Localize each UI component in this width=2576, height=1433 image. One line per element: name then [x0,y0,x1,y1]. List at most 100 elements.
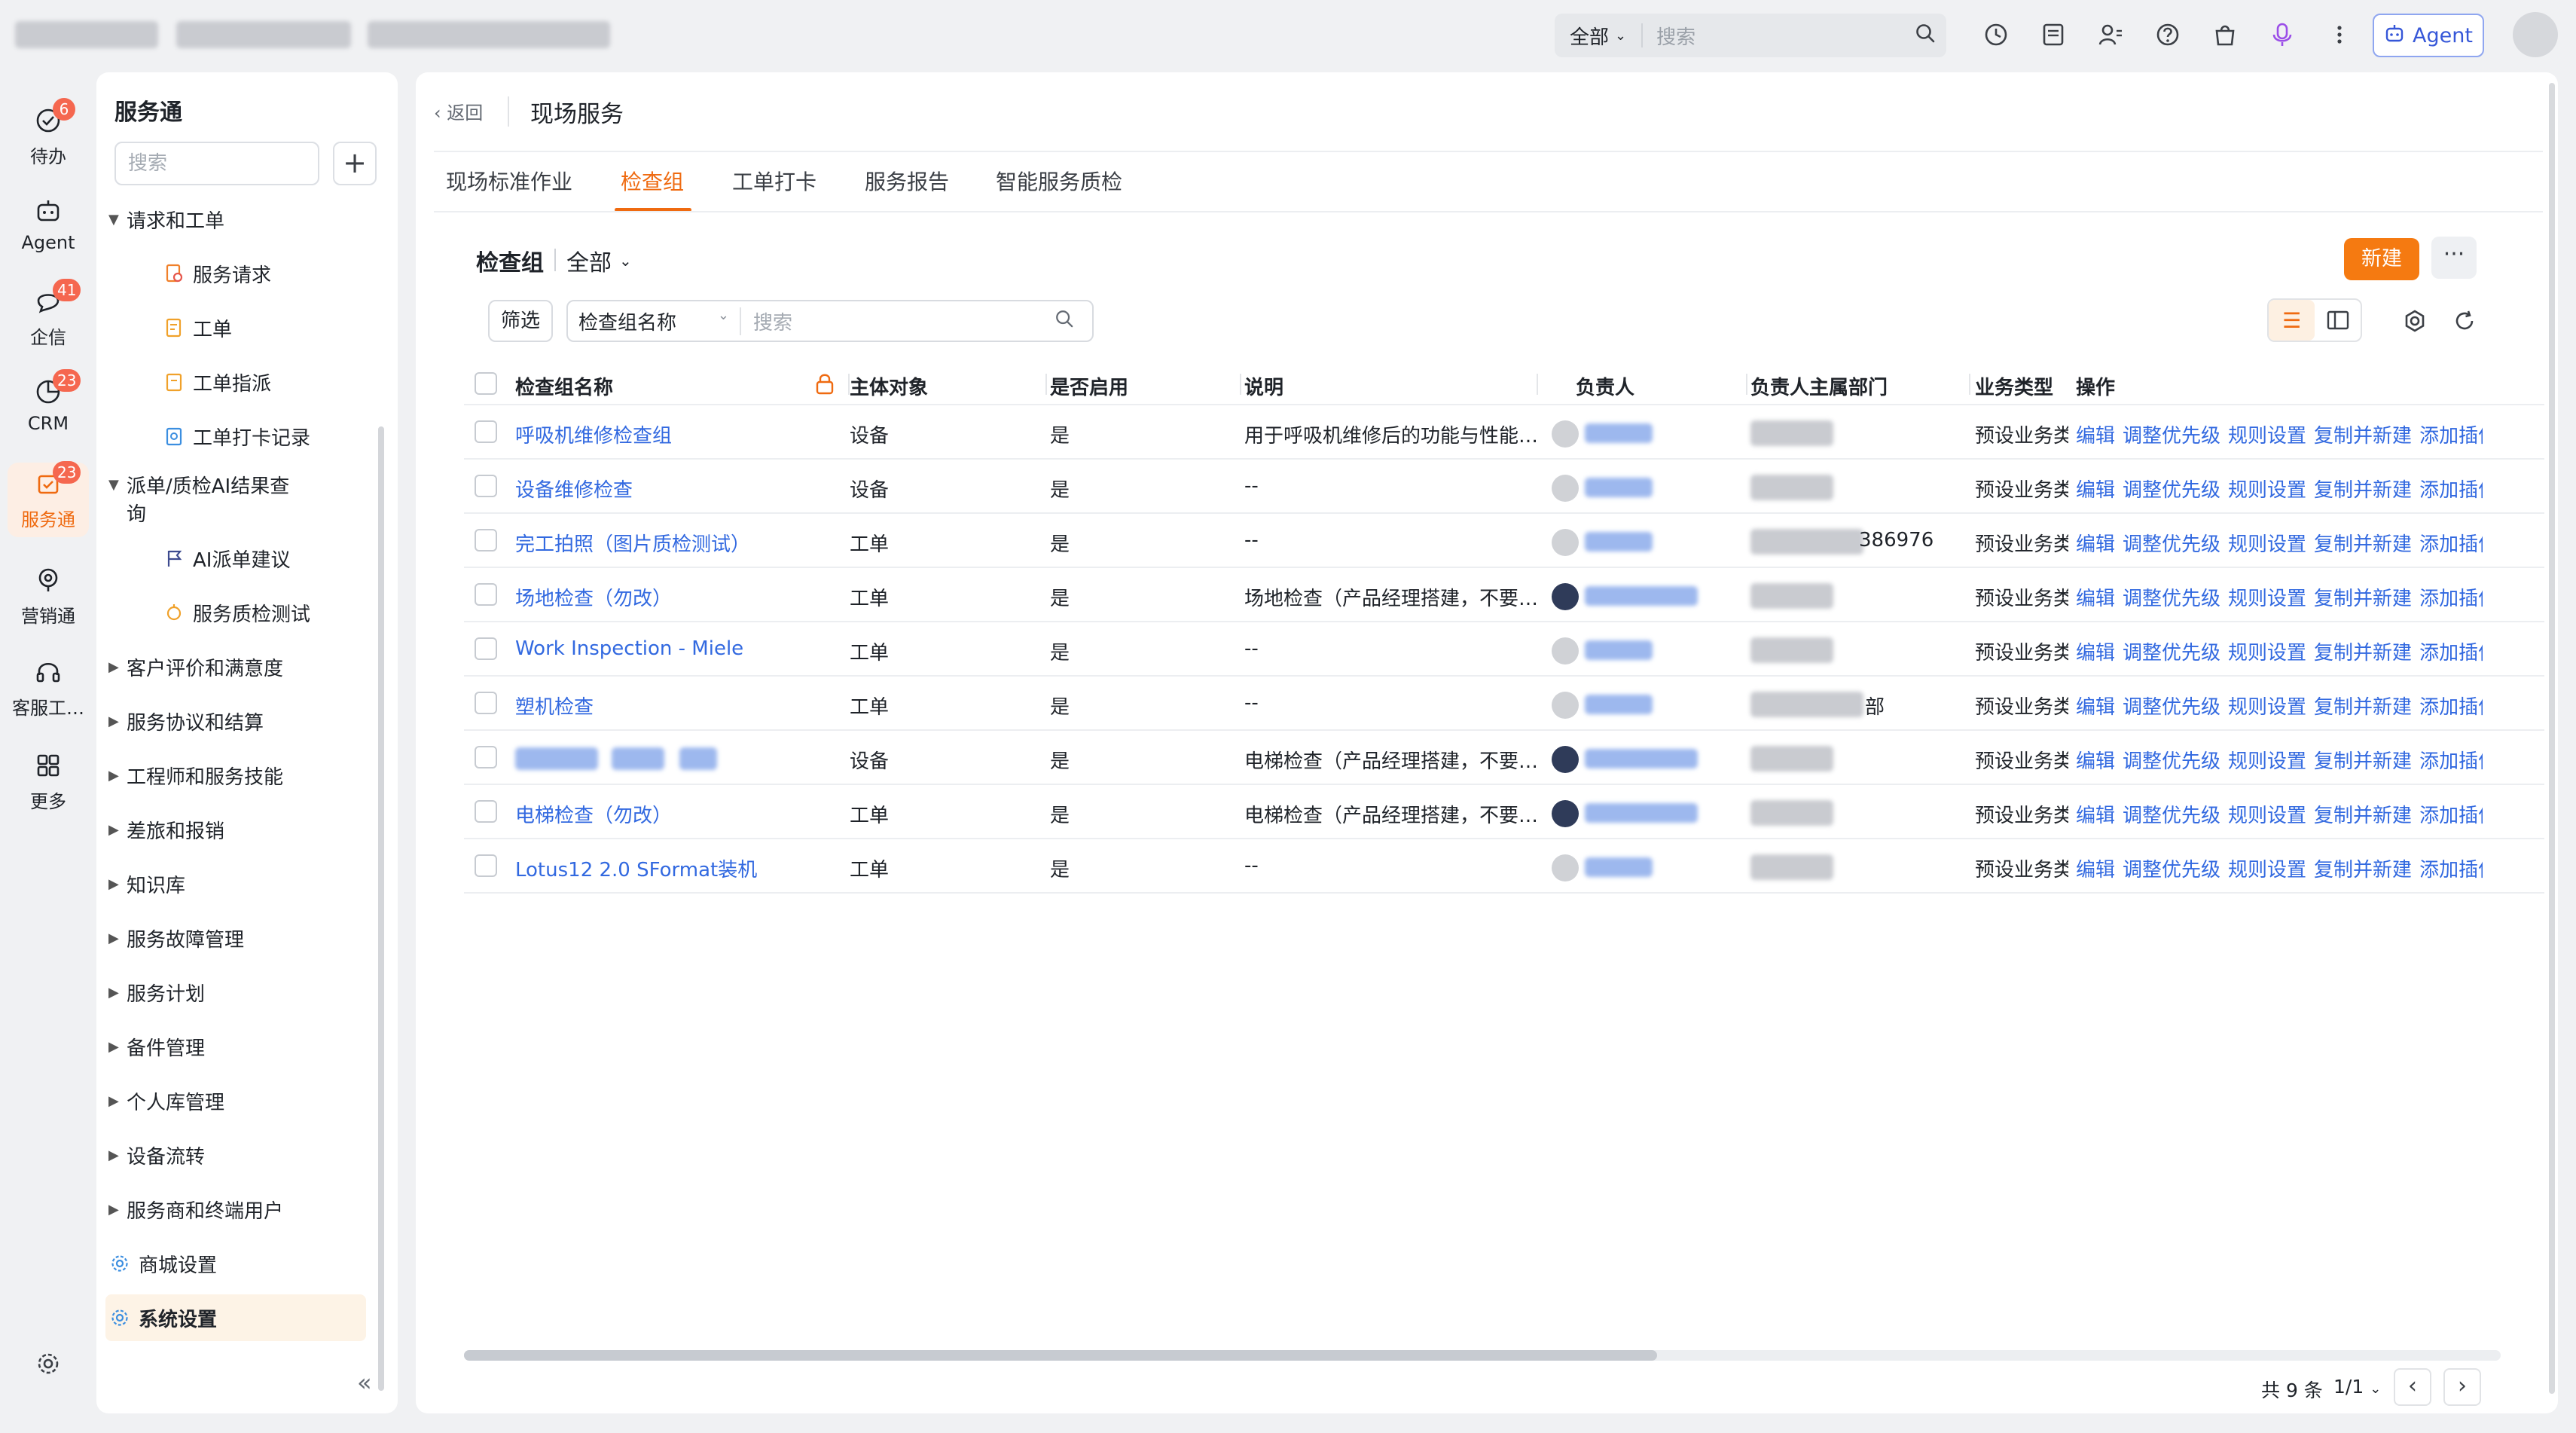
row-action-0[interactable]: 编辑 [2076,583,2115,611]
row-action-2[interactable]: 规则设置 [2228,637,2306,665]
row-action-3[interactable]: 复制并新建 [2314,800,2412,828]
nav-item-11[interactable]: ▶ 差旅和报销 [108,806,353,853]
row-action-4[interactable]: 添加插件 [2419,475,2483,503]
nav-item-4[interactable]: 工单打卡记录 [163,413,353,460]
row-checkbox[interactable] [475,800,497,823]
nav-item-3[interactable]: 工单指派 [163,359,353,405]
table-row[interactable]: 电梯检查（勿改） 工单 是 电梯检查（产品经理搭建，不要… 预设业务类 编辑 调整优先级 规则… [464,785,2544,839]
nav-item-7[interactable]: 服务质检测试 [163,589,353,636]
page-scrollbar[interactable] [2549,83,2555,1394]
scope-select[interactable]: 全部 ⌄ [566,244,632,277]
blurred-group-name[interactable] [612,747,664,770]
split-view-icon[interactable] [2315,300,2361,341]
table-row[interactable]: 场地检查（勿改） 工单 是 场地检查（产品经理搭建，不要… 预设业务类 编辑 调整优先级 规则… [464,568,2544,622]
nav-item-5[interactable]: ▼ 派单/质检AI结果查询 [108,467,353,530]
rail-item-headset[interactable]: 客服工… [0,657,96,720]
filter-button[interactable]: 筛选 [488,300,553,342]
refresh-icon[interactable] [2449,306,2480,336]
nav-search-input[interactable]: 搜索 [114,142,319,185]
nav-item-16[interactable]: ▶ 个人库管理 [108,1077,353,1124]
blurred-owner-name[interactable] [1585,803,1698,823]
row-action-4[interactable]: 添加插件 [2419,420,2483,448]
list-view-icon[interactable]: ☰ [2269,300,2315,341]
row-action-2[interactable]: 规则设置 [2228,692,2306,720]
row-action-1[interactable]: 调整优先级 [2123,854,2220,882]
group-name-link[interactable]: Lotus12 2.0 SFormat装机 [515,854,757,882]
row-action-3[interactable]: 复制并新建 [2314,746,2412,774]
row-action-3[interactable]: 复制并新建 [2314,420,2412,448]
row-action-4[interactable]: 添加插件 [2419,529,2483,557]
row-action-0[interactable]: 编辑 [2076,692,2115,720]
search-scope-select[interactable]: 全部 ⌄ [1555,23,1644,49]
settings-button[interactable] [0,1349,96,1385]
caret-right-icon[interactable]: ▶ [108,768,127,784]
row-action-4[interactable]: 添加插件 [2419,637,2483,665]
nav-item-15[interactable]: ▶ 备件管理 [108,1023,353,1070]
nav-item-2[interactable]: 工单 [163,304,353,351]
row-action-0[interactable]: 编辑 [2076,529,2115,557]
tab-0[interactable]: 现场标准作业 [446,166,572,196]
contacts-icon[interactable] [2095,20,2126,50]
page-select[interactable]: 1/1 ⌄ [2333,1376,2381,1398]
row-checkbox[interactable] [475,692,497,714]
row-action-2[interactable]: 规则设置 [2228,800,2306,828]
blurred-group-name[interactable] [515,747,598,770]
nav-item-9[interactable]: ▶ 服务协议和结算 [108,698,353,744]
prev-page-button[interactable]: ‹ [2394,1368,2431,1406]
row-action-1[interactable]: 调整优先级 [2123,637,2220,665]
caret-right-icon[interactable]: ▶ [108,1039,127,1055]
rail-item-crm[interactable]: 23 CRM [0,369,96,434]
table-search-input[interactable]: 搜索 [741,307,1055,335]
rail-item-marketing[interactable]: 营销通 [0,565,96,628]
caret-right-icon[interactable]: ▶ [108,876,127,892]
column-header[interactable]: 业务类型 [1975,372,2053,400]
nav-item-13[interactable]: ▶ 服务故障管理 [108,915,353,961]
group-name-link[interactable]: 塑机检查 [515,692,594,720]
caret-right-icon[interactable]: ▶ [108,930,127,946]
blurred-owner-name[interactable] [1585,695,1653,714]
table-row[interactable]: 塑机检查 工单 是 -- 部 预设业务类编辑调整优先级规则设置复制并新建添加插件 [464,677,2544,731]
row-checkbox[interactable] [475,529,497,552]
row-action-2[interactable]: 规则设置 [2228,475,2306,503]
caret-right-icon[interactable]: ▶ [108,659,127,675]
row-action-1[interactable]: 调整优先级 [2123,475,2220,503]
row-action-2[interactable]: 规则设置 [2228,583,2306,611]
nav-item-19[interactable]: 商城设置 [108,1240,353,1287]
agent-button[interactable]: Agent [2373,14,2484,57]
select-all-checkbox[interactable] [475,372,497,395]
shopping-bag-icon[interactable] [2210,20,2240,50]
row-checkbox[interactable] [475,475,497,497]
caret-right-icon[interactable]: ▶ [108,1202,127,1218]
field-search[interactable]: 检查组名称 ⌄ 搜索 [566,300,1094,342]
blurred-owner-name[interactable] [1585,857,1653,877]
nav-item-0[interactable]: ▼ 请求和工单 [108,196,353,243]
column-header[interactable]: 主体对象 [850,372,928,400]
group-name-link[interactable]: 呼吸机维修检查组 [515,420,672,448]
table-row[interactable]: Work Inspection - Miele 工单 是 -- 预设业务类 编辑 调整优先级… [464,622,2544,677]
caret-down-icon[interactable]: ▼ [108,212,127,228]
column-header[interactable]: 负责人 [1576,372,1634,400]
tab-3[interactable]: 服务报告 [865,166,949,196]
caret-right-icon[interactable]: ▶ [108,1093,127,1109]
report-icon[interactable] [2038,20,2068,50]
row-action-3[interactable]: 复制并新建 [2314,637,2412,665]
row-action-0[interactable]: 编辑 [2076,800,2115,828]
column-header[interactable]: 负责人主属部门 [1750,372,1888,400]
collapse-icon[interactable]: « [357,1368,372,1397]
search-icon[interactable] [1904,23,1946,49]
row-action-3[interactable]: 复制并新建 [2314,692,2412,720]
nav-item-20[interactable]: 系统设置 [105,1294,366,1341]
rail-item-service[interactable]: 23 服务通 [8,461,89,537]
tab-2[interactable]: 工单打卡 [732,166,816,196]
field-select[interactable]: 检查组名称 ⌄ [568,307,741,335]
group-name-link[interactable]: 完工拍照（图片质检测试） [515,529,750,557]
row-action-2[interactable]: 规则设置 [2228,529,2306,557]
row-action-4[interactable]: 添加插件 [2419,583,2483,611]
row-action-0[interactable]: 编辑 [2076,746,2115,774]
help-icon[interactable] [2153,20,2183,50]
group-name-link[interactable]: Work Inspection - Miele [515,637,743,660]
row-action-3[interactable]: 复制并新建 [2314,529,2412,557]
nav-item-18[interactable]: ▶ 服务商和终端用户 [108,1186,353,1233]
group-name-link[interactable]: 电梯检查（勿改） [515,800,672,828]
blurred-owner-name[interactable] [1585,478,1653,497]
